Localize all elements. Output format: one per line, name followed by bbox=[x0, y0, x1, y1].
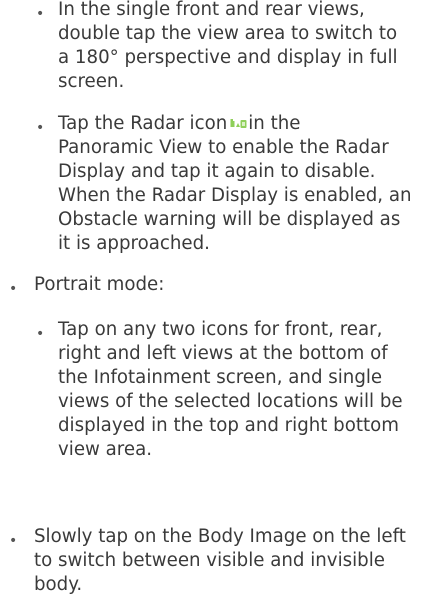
bullet-marker: • bbox=[36, 120, 45, 136]
text-line: Obstacle warning will be displayed as bbox=[58, 209, 401, 230]
sub-bullet-item-portrait-icons: • Tap on any two icons for front, rear, … bbox=[0, 318, 427, 464]
text-line-with-icon: Tap the Radar icon in the bbox=[58, 112, 412, 136]
text-line: right and left views at the bottom of bbox=[58, 343, 388, 364]
text-line: double tap the view area to switch to bbox=[58, 23, 398, 44]
bullet-item-portrait-mode: • Portrait mode: bbox=[0, 273, 427, 299]
bullet-text: Slowly tap on the Body Image on the left… bbox=[34, 525, 406, 597]
text-line: it is approached. bbox=[58, 233, 210, 254]
text-line: views of the selected locations will be bbox=[58, 391, 403, 412]
bullet-item-body-image: • Slowly tap on the Body Image on the le… bbox=[0, 525, 427, 599]
text-line: the Infotainment screen, and single bbox=[58, 367, 383, 388]
bullet-text: Portrait mode: bbox=[34, 273, 164, 297]
text-fragment: Tap the Radar icon bbox=[58, 113, 228, 134]
manual-page: • In the single front and rear views, do… bbox=[0, 0, 427, 604]
text-line: In the single front and rear views, bbox=[58, 0, 365, 20]
text-line: When the Radar Display is enabled, an bbox=[58, 185, 412, 206]
bullet-marker: • bbox=[9, 281, 18, 297]
text-line: view area. bbox=[58, 439, 153, 460]
text-line: screen. bbox=[58, 71, 125, 92]
sub-bullet-item-radar: • Tap the Radar icon in the Panoramic Vie… bbox=[0, 112, 427, 258]
bullet-marker: • bbox=[36, 6, 45, 22]
bullet-text: In the single front and rear views, doub… bbox=[58, 0, 398, 94]
text-line: Display and tap it again to disable. bbox=[58, 161, 376, 182]
radar-icon bbox=[230, 113, 247, 128]
text-line: body. bbox=[34, 574, 83, 595]
text-fragment: in the bbox=[248, 113, 301, 134]
text-line: a 180° perspective and display in full bbox=[58, 47, 398, 68]
sub-bullet-item-single-views: • In the single front and rear views, do… bbox=[0, 0, 427, 96]
bullet-marker: • bbox=[9, 533, 18, 549]
bullet-marker: • bbox=[36, 326, 45, 342]
text-line: Portrait mode: bbox=[34, 274, 165, 295]
text-line: to switch between visible and invisible bbox=[34, 550, 385, 571]
text-line: Panoramic View to enable the Radar bbox=[58, 137, 389, 158]
bullet-text: Tap the Radar icon in the Panoramic View … bbox=[58, 112, 412, 256]
text-line: Tap on any two icons for front, rear, bbox=[58, 319, 383, 340]
text-line: Slowly tap on the Body Image on the left bbox=[34, 526, 406, 547]
bullet-text: Tap on any two icons for front, rear, ri… bbox=[58, 318, 403, 462]
text-line: displayed in the top and right bottom bbox=[58, 415, 399, 436]
